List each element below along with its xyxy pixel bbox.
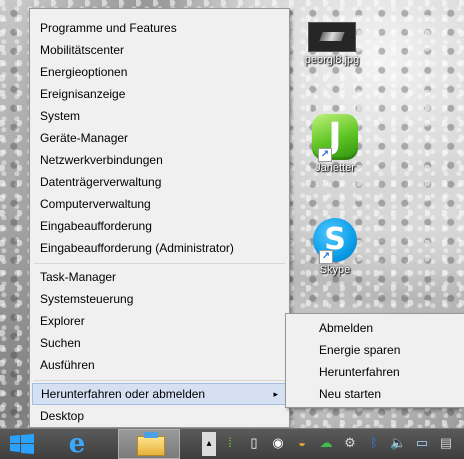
menu-item-power-options[interactable]: Energieoptionen xyxy=(32,61,287,83)
desktop-icon-label: peorgl8.jpg xyxy=(304,54,360,66)
start-button[interactable] xyxy=(10,434,34,454)
menu-item-explorer[interactable]: Explorer xyxy=(32,310,287,332)
menu-item-shutdown-signout[interactable]: Herunterfahren oder abmelden ▸ xyxy=(32,383,287,405)
menu-item-disk-management[interactable]: Datenträgerverwaltung xyxy=(32,171,287,193)
file-explorer-taskbar-button[interactable] xyxy=(118,429,180,459)
tray-overflow-button[interactable]: ▴ xyxy=(202,432,216,456)
antivirus-tray-icon[interactable]: ◒ xyxy=(294,435,310,451)
janetter-app-icon: J ↗ xyxy=(312,114,358,162)
cloud-tray-icon[interactable]: ☁ xyxy=(318,435,334,451)
menu-item-control-panel[interactable]: Systemsteuerung xyxy=(32,288,287,310)
menu-item-mobility-center[interactable]: Mobilitätscenter xyxy=(32,39,287,61)
desktop-icon-label: Janetter xyxy=(315,162,355,174)
menu-item-command-prompt[interactable]: Eingabeaufforderung xyxy=(32,215,287,237)
submenu-item-restart[interactable]: Neu starten xyxy=(288,383,460,405)
menu-separator xyxy=(34,263,285,264)
submenu-item-sign-out[interactable]: Abmelden xyxy=(288,317,460,339)
notepad-tray-icon[interactable]: ▯ xyxy=(246,435,262,451)
monitor-tray-icon[interactable]: ▭ xyxy=(414,435,430,451)
green-app-tray-icon[interactable]: ⁞ xyxy=(222,435,238,451)
submenu-item-shut-down[interactable]: Herunterfahren xyxy=(288,361,460,383)
menu-item-event-viewer[interactable]: Ereignisanzeige xyxy=(32,83,287,105)
internet-explorer-taskbar-button[interactable]: e xyxy=(62,429,92,459)
menu-item-command-prompt-admin[interactable]: Eingabeaufforderung (Administrator) xyxy=(32,237,287,259)
shutdown-submenu: Abmelden Energie sparen Herunterfahren N… xyxy=(285,313,464,408)
shortcut-arrow-icon: ↗ xyxy=(318,148,332,162)
menu-item-label: Herunterfahren oder abmelden xyxy=(41,387,206,401)
desktop-icon-janetter[interactable]: J ↗ Janetter xyxy=(303,114,367,174)
taskbar: e ▴ ⁞ ▯ ◉ ◒ ☁ ⚙ ᛒ 🔈 ▭ ▤ xyxy=(0,428,464,459)
skype-app-icon: S ↗ xyxy=(313,218,357,264)
shortcut-arrow-icon: ↗ xyxy=(319,250,333,264)
submenu-item-sleep[interactable]: Energie sparen xyxy=(288,339,460,361)
bluetooth-tray-icon[interactable]: ᛒ xyxy=(366,435,382,451)
desktop-icon-image[interactable]: peorgl8.jpg xyxy=(300,22,364,66)
panda-tray-icon[interactable]: ◉ xyxy=(270,435,286,451)
menu-item-programs-features[interactable]: Programme und Features xyxy=(32,17,287,39)
menu-item-run[interactable]: Ausführen xyxy=(32,354,287,376)
menu-item-search[interactable]: Suchen xyxy=(32,332,287,354)
menu-item-desktop[interactable]: Desktop xyxy=(32,405,287,427)
desktop-icon-label: Skype xyxy=(319,264,351,276)
winx-context-menu: Programme und Features Mobilitätscenter … xyxy=(29,8,290,428)
menu-item-network-connections[interactable]: Netzwerkverbindungen xyxy=(32,149,287,171)
menu-item-task-manager[interactable]: Task-Manager xyxy=(32,266,287,288)
image-file-icon xyxy=(308,22,356,52)
folder-icon xyxy=(137,432,165,456)
windows-logo-icon xyxy=(10,434,34,454)
menu-item-computer-management[interactable]: Computerverwaltung xyxy=(32,193,287,215)
network-tray-icon[interactable]: ▤ xyxy=(438,435,454,451)
internet-explorer-icon: e xyxy=(68,429,86,459)
menu-item-system[interactable]: System xyxy=(32,105,287,127)
desktop-icon-skype[interactable]: S ↗ Skype xyxy=(303,218,367,276)
menu-item-device-manager[interactable]: Geräte-Manager xyxy=(32,127,287,149)
volume-tray-icon[interactable]: 🔈 xyxy=(390,435,406,451)
menu-separator xyxy=(34,380,285,381)
submenu-arrow-icon: ▸ xyxy=(273,389,278,399)
steam-tray-icon[interactable]: ⚙ xyxy=(342,435,358,451)
